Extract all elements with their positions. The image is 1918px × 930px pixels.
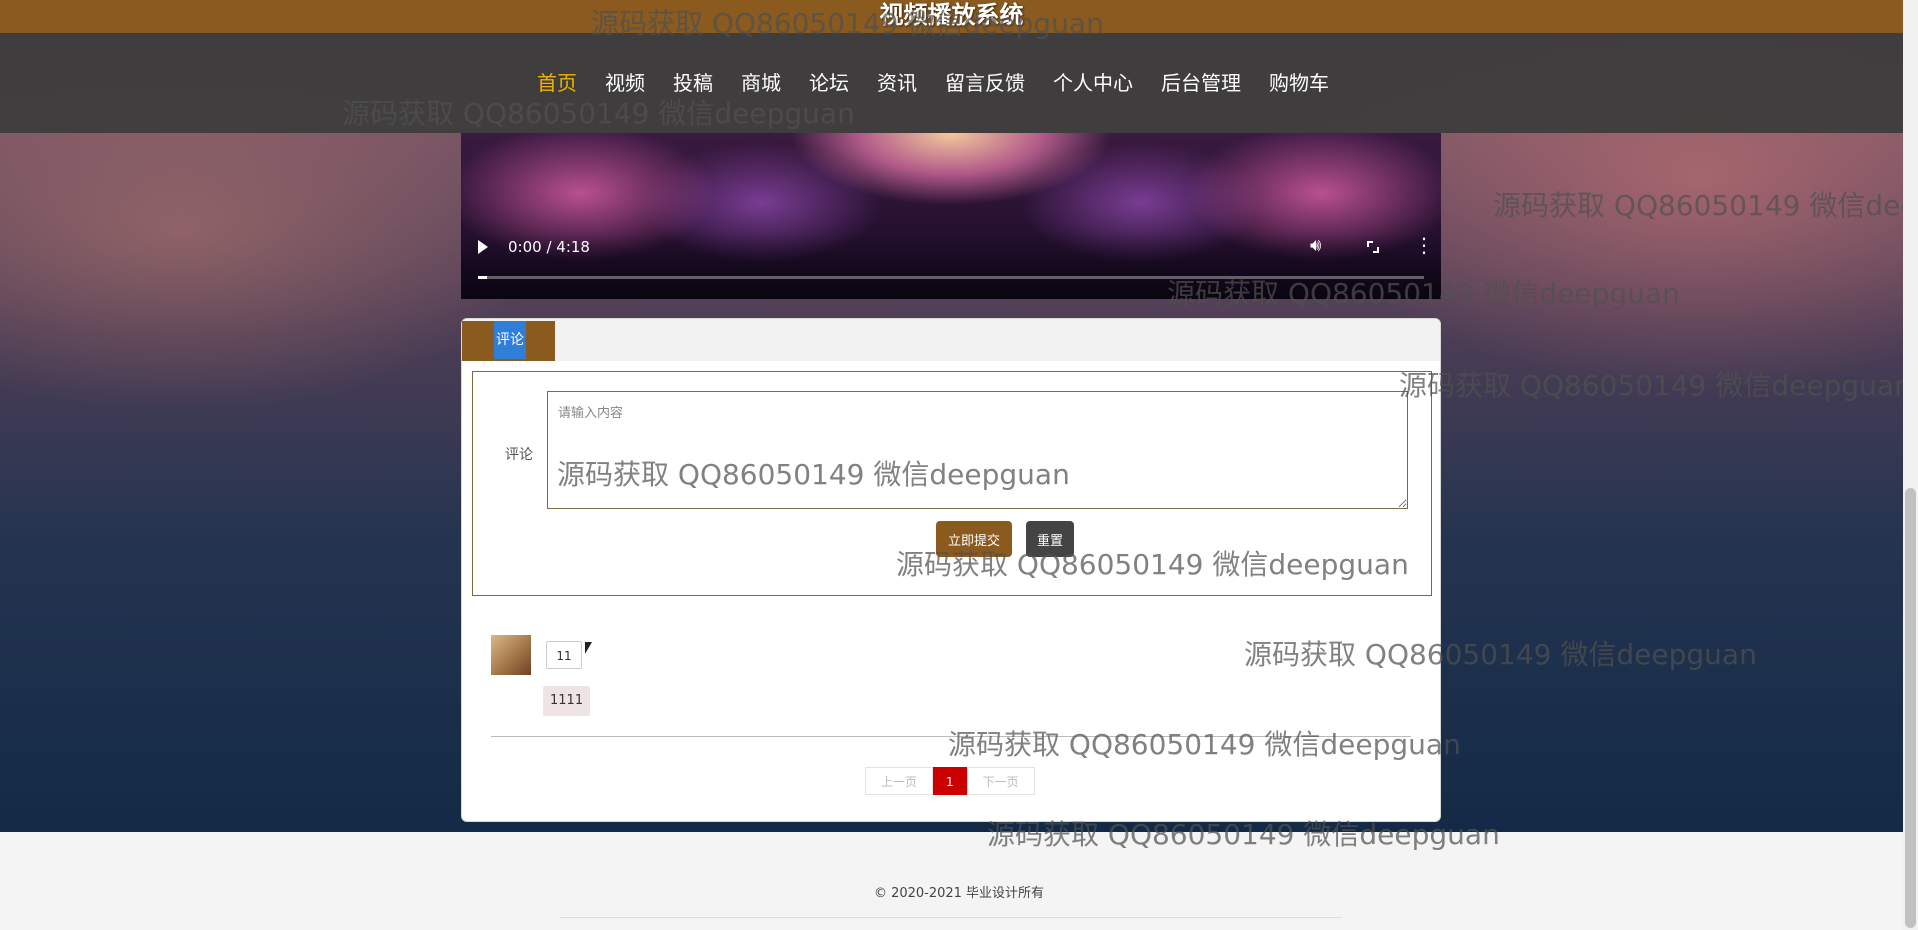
page-number-current[interactable]: 1 (933, 767, 967, 795)
site-title: 视频播放系统 (879, 1, 1024, 29)
tab-comments[interactable]: 评论 (462, 321, 555, 361)
comment-text: 1111 (543, 686, 591, 716)
comment-form-label: 评论 (505, 447, 533, 463)
nav-item-video[interactable]: 视频 (591, 66, 659, 100)
nav-item-admin[interactable]: 后台管理 (1147, 66, 1255, 100)
nav-item-shop[interactable]: 商城 (727, 66, 795, 100)
comment-panel: 评论 评论 立即提交 重置 11 1111 上一页 1 下一页 (461, 318, 1441, 822)
more-options-icon[interactable]: ⋮ (1414, 233, 1434, 257)
submit-button[interactable]: 立即提交 (936, 521, 1012, 557)
prev-page-button[interactable]: 上一页 (865, 767, 934, 795)
fullscreen-icon[interactable] (1367, 241, 1379, 253)
pagination: 上一页 1 下一页 (865, 767, 1035, 795)
tab-comments-label: 评论 (494, 321, 526, 359)
video-progress-bar[interactable] (478, 276, 1424, 279)
video-progress-fill (478, 276, 488, 279)
comment-input[interactable] (547, 391, 1408, 509)
nav-item-news[interactable]: 资讯 (863, 66, 931, 100)
volume-icon[interactable]: 🔊︎ (1310, 235, 1321, 256)
nav-item-home[interactable]: 首页 (523, 66, 591, 100)
page-scrollbar-thumb[interactable] (1905, 488, 1916, 928)
main-nav: 首页 视频 投稿 商城 论坛 资讯 留言反馈 个人中心 后台管理 购物车 (523, 66, 1343, 100)
video-controls (461, 233, 1441, 299)
comment-username: 11 (546, 641, 582, 669)
nav-item-feedback[interactable]: 留言反馈 (931, 66, 1039, 100)
next-page-button[interactable]: 下一页 (966, 767, 1035, 795)
nav-item-profile[interactable]: 个人中心 (1039, 66, 1147, 100)
mouse-cursor-icon (585, 642, 592, 654)
comment-form: 评论 立即提交 重置 (472, 371, 1432, 596)
video-player[interactable]: 0:00 / 4:18 🔊︎ ⋮ (461, 133, 1441, 299)
reset-button[interactable]: 重置 (1026, 521, 1074, 557)
footer-divider (560, 917, 1342, 918)
nav-item-cart[interactable]: 购物车 (1255, 66, 1343, 100)
comment-divider (491, 736, 1411, 737)
video-time: 0:00 / 4:18 (508, 238, 590, 256)
nav-item-submit[interactable]: 投稿 (659, 66, 727, 100)
avatar (491, 635, 531, 675)
nav-item-forum[interactable]: 论坛 (795, 66, 863, 100)
footer-copyright: © 2020-2021 毕业设计所有 (873, 886, 1045, 901)
comment-tabbar: 评论 (462, 319, 1440, 361)
play-icon[interactable] (478, 240, 488, 254)
